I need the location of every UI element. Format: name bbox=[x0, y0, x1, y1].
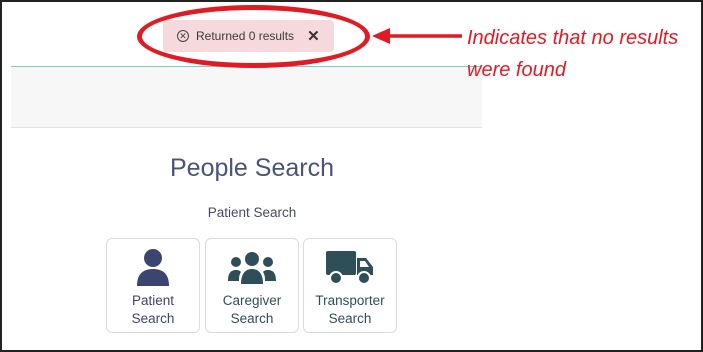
page-title: People Search bbox=[169, 154, 334, 182]
section-label: Patient Search bbox=[207, 205, 297, 220]
patient-search-tile[interactable]: Patient Search bbox=[106, 238, 200, 333]
transporter-search-tile[interactable]: Transporter Search bbox=[303, 238, 397, 333]
content-divider bbox=[11, 127, 482, 128]
annotation-line-1: Indicates that no results bbox=[467, 27, 679, 49]
toolbar-band bbox=[11, 67, 482, 127]
annotation-arrow bbox=[372, 28, 462, 44]
patient-search-label: Patient Search bbox=[131, 293, 175, 326]
group-icon bbox=[227, 247, 277, 289]
annotation-text: Indicates that no results were found bbox=[467, 22, 699, 86]
highlight-ellipse bbox=[137, 5, 370, 68]
annotation-line-2: were found bbox=[467, 59, 566, 81]
caregiver-search-label: Caregiver Search bbox=[222, 293, 282, 326]
caregiver-search-tile[interactable]: Caregiver Search bbox=[205, 238, 299, 333]
truck-icon bbox=[325, 247, 375, 289]
transporter-search-label: Transporter Search bbox=[315, 293, 385, 326]
person-icon bbox=[135, 247, 171, 289]
